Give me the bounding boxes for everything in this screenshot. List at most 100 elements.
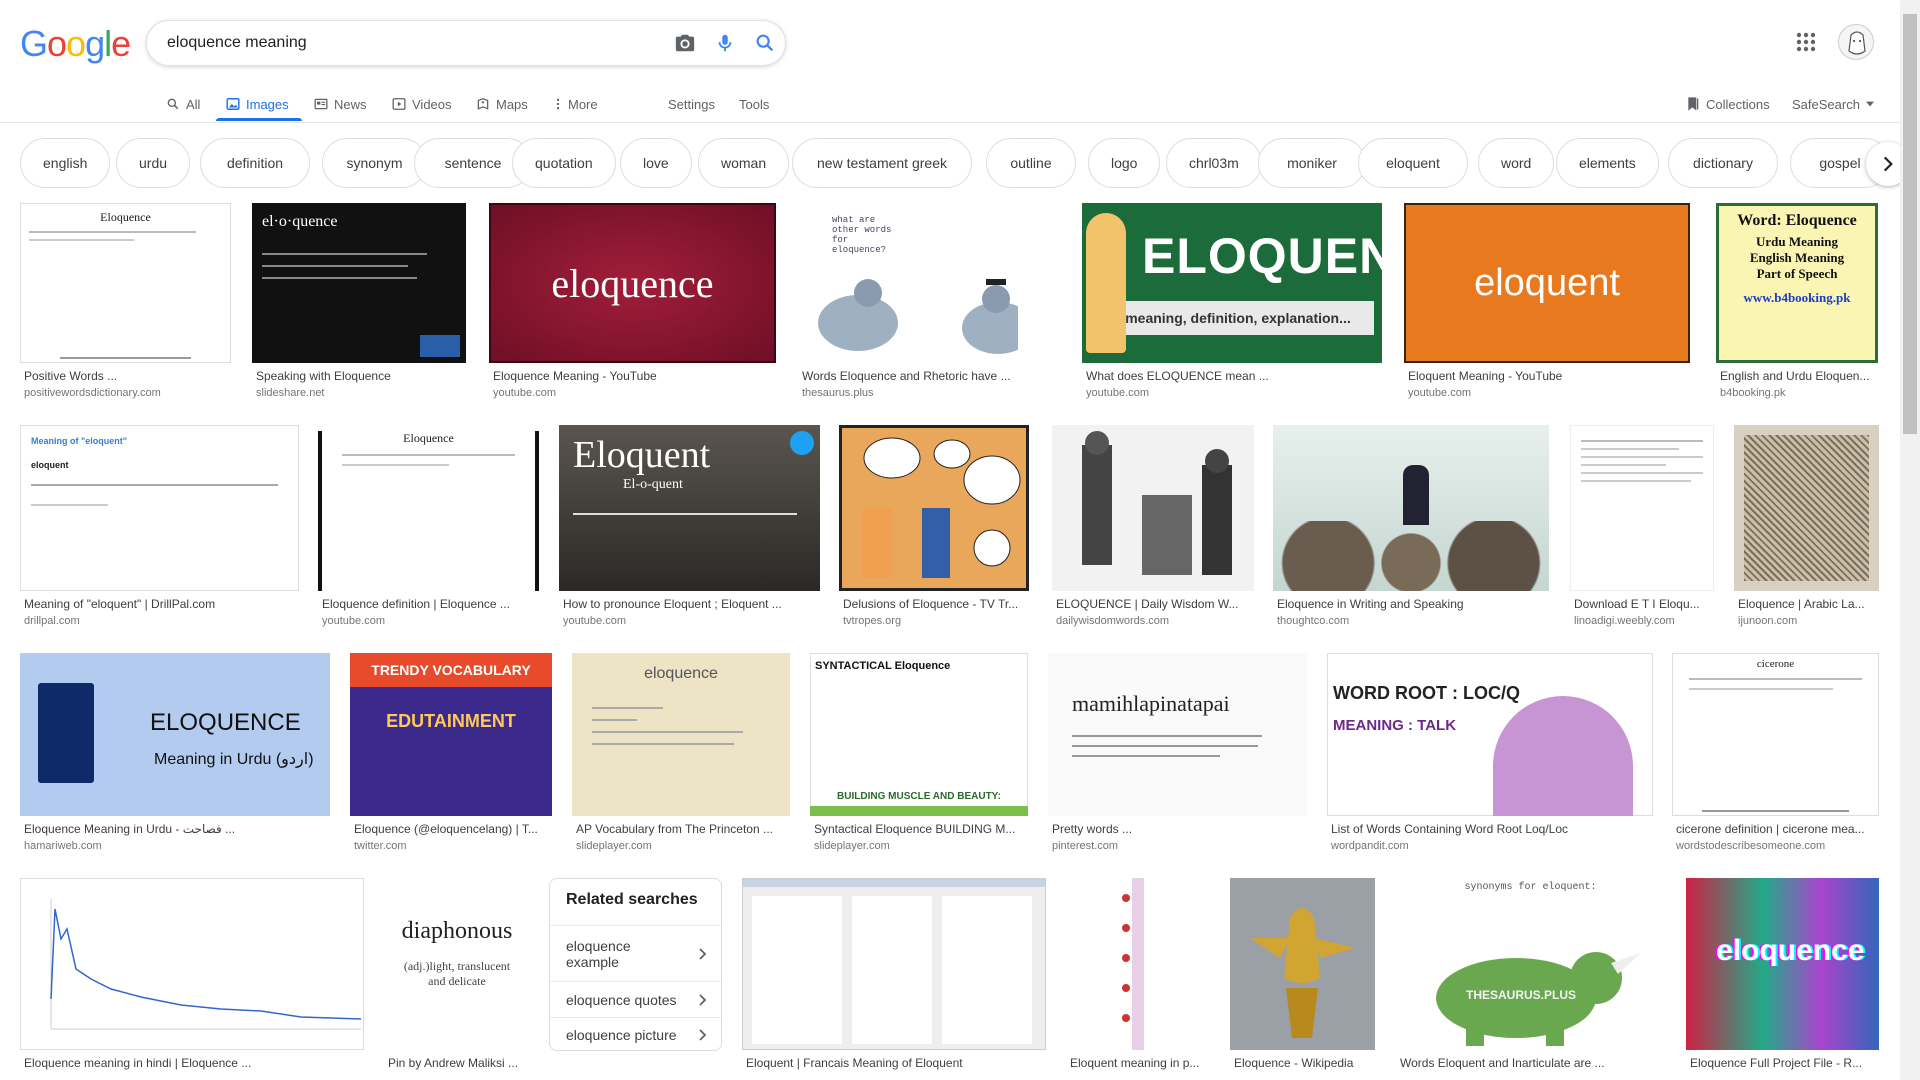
image-result[interactable]: cicerone cicerone definition | cicerone … [1672, 653, 1879, 858]
result-caption[interactable]: Eloquence Meaning in Urdu - فصاحت ... [24, 822, 328, 836]
image-result[interactable]: Eloquent El-o-quent How to pronounce Elo… [559, 425, 820, 633]
tab-more[interactable]: More [554, 86, 598, 122]
tools-link[interactable]: Tools [739, 86, 769, 122]
image-result[interactable]: Eloquent meaning in p... [1066, 878, 1210, 1080]
result-thumbnail[interactable]: WORD ROOT : LOC/Q MEANING : TALK [1327, 653, 1653, 816]
tab-all[interactable]: All [166, 86, 200, 122]
chip[interactable]: elements [1556, 138, 1659, 188]
image-result[interactable]: WORD ROOT : LOC/Q MEANING : TALK List of… [1327, 653, 1653, 858]
image-result[interactable]: Meaning of "eloquent" eloquent Meaning of… [20, 425, 299, 633]
image-result[interactable]: Eloquence Eloquence definition | Eloquen… [318, 425, 539, 633]
result-caption[interactable]: Pretty words ... [1052, 822, 1305, 836]
result-thumbnail[interactable] [1052, 425, 1254, 591]
result-caption[interactable]: Meaning of "eloquent" | DrillPal.com [24, 597, 297, 611]
image-result[interactable]: ELOQUENCE | Daily Wisdom W... dailywisdom… [1052, 425, 1254, 633]
safesearch-toggle[interactable]: SafeSearch [1792, 86, 1874, 122]
image-result[interactable]: Download E T I Eloqu... linoadigi.weebly.… [1570, 425, 1714, 633]
page-scrollbar[interactable] [1900, 0, 1920, 1080]
image-result[interactable]: synonyms for eloquent: THESAURUS.PLUS Wor… [1396, 878, 1665, 1080]
result-thumbnail[interactable] [742, 878, 1046, 1050]
result-thumbnail[interactable]: eloquence [1686, 878, 1879, 1050]
result-caption[interactable]: Eloquent | Francais Meaning of Eloquent [746, 1056, 1044, 1070]
result-thumbnail[interactable]: what are other words for eloquence? [798, 203, 1060, 363]
result-caption[interactable]: Eloquence - Wikipedia [1234, 1056, 1373, 1070]
chip[interactable]: eloquent [1358, 138, 1468, 188]
chip[interactable]: quotation [512, 138, 616, 188]
result-thumbnail[interactable]: eloquent [1404, 203, 1690, 363]
avatar[interactable] [1838, 24, 1874, 60]
related-search-item[interactable]: eloquence picture [550, 1017, 721, 1051]
image-result[interactable]: Eloquence | Arabic La... ijunoon.com [1734, 425, 1879, 633]
result-thumbnail[interactable]: Eloquence [20, 203, 231, 363]
chip[interactable]: new testament greek [792, 138, 972, 188]
image-result[interactable]: eloquence AP Vocabulary from The Princet… [572, 653, 790, 858]
image-result[interactable]: eloquence Eloquence Full Project File - R… [1686, 878, 1879, 1080]
result-caption[interactable]: Words Eloquence and Rhetoric have ... [802, 369, 1058, 383]
result-thumbnail[interactable]: eloquence [572, 653, 790, 816]
image-result[interactable]: el·o·quence Speaking with Eloquence slide… [252, 203, 466, 405]
result-thumbnail[interactable] [1734, 425, 1879, 591]
image-result[interactable]: ELOQUENCE Meaning in Urdu (اردو) Eloquenc… [20, 653, 330, 858]
result-caption[interactable]: Eloquence (@eloquencelang) | T... [354, 822, 550, 836]
result-thumbnail[interactable] [20, 878, 364, 1050]
settings-link[interactable]: Settings [668, 86, 715, 122]
result-caption[interactable]: cicerone definition | cicerone mea... [1676, 822, 1877, 836]
result-thumbnail[interactable]: TRENDY VOCABULARY EDUTAINMENT [350, 653, 552, 816]
chip[interactable]: woman [698, 138, 790, 188]
chip[interactable]: word [1478, 138, 1555, 188]
result-thumbnail[interactable]: ELOQUENCE Meaning in Urdu (اردو) [20, 653, 330, 816]
result-caption[interactable]: Eloquence | Arabic La... [1738, 597, 1877, 611]
image-result[interactable]: eloquent Eloquent Meaning - YouTube youtub… [1404, 203, 1690, 405]
tab-maps[interactable]: Maps [476, 86, 528, 122]
result-thumbnail[interactable]: synonyms for eloquent: THESAURUS.PLUS [1396, 878, 1665, 1050]
chip[interactable]: chrl03m [1166, 138, 1262, 188]
image-result[interactable]: mamihlapinatapai Pretty words ... pintere… [1048, 653, 1307, 858]
search-input[interactable] [167, 34, 665, 52]
result-caption[interactable]: Eloquence Meaning - YouTube [493, 369, 774, 383]
result-thumbnail[interactable]: cicerone [1672, 653, 1879, 816]
result-thumbnail[interactable]: mamihlapinatapai [1048, 653, 1307, 816]
image-result[interactable]: Word: Eloquence Urdu Meaning English Mean… [1716, 203, 1878, 405]
result-caption[interactable]: Speaking with Eloquence [256, 369, 464, 383]
image-result[interactable]: diaphonous (adj.)light, translucent and … [384, 878, 530, 1080]
image-result[interactable]: eloquence Eloquence Meaning - YouTube yout… [489, 203, 776, 405]
result-thumbnail[interactable]: diaphonous (adj.)light, translucent and … [384, 878, 530, 1050]
result-thumbnail[interactable]: el·o·quence [252, 203, 466, 363]
result-thumbnail[interactable] [1066, 878, 1210, 1050]
image-result[interactable]: Eloquence - Wikipedia [1230, 878, 1375, 1080]
collections-link[interactable]: Collections [1686, 86, 1770, 122]
image-result[interactable]: what are other words for eloquence? Word… [798, 203, 1060, 405]
result-caption[interactable]: Eloquent Meaning - YouTube [1408, 369, 1688, 383]
image-result[interactable]: Eloquence Positive Words ... positiveword… [20, 203, 231, 405]
image-result[interactable]: Delusions of Eloquence - TV Tr... tvtrope… [839, 425, 1029, 633]
result-caption[interactable]: What does ELOQUENCE mean ... [1086, 369, 1380, 383]
chip[interactable]: love [620, 138, 692, 188]
result-caption[interactable]: Eloquence meaning in hindi | Eloquence .… [24, 1056, 362, 1070]
result-thumbnail[interactable]: Eloquence [318, 425, 539, 591]
chip[interactable]: english [20, 138, 111, 188]
result-thumbnail[interactable]: Word: Eloquence Urdu Meaning English Mean… [1716, 203, 1878, 363]
apps-grid-icon[interactable] [1794, 30, 1818, 54]
result-caption[interactable]: Positive Words ... [24, 369, 229, 383]
result-caption[interactable]: Syntactical Eloquence BUILDING M... [814, 822, 1026, 836]
result-thumbnail[interactable]: SYNTACTICAL Eloquence BUILDING MUSCLE AN… [810, 653, 1028, 816]
chip[interactable]: moniker [1258, 138, 1366, 188]
result-thumbnail[interactable] [1230, 878, 1375, 1050]
image-result[interactable]: Eloquence in Writing and Speaking thought… [1273, 425, 1549, 633]
chip[interactable]: outline [986, 138, 1076, 188]
result-thumbnail[interactable]: ELOQUENCE meaning, definition, explanati… [1082, 203, 1382, 363]
google-logo[interactable]: Google [20, 26, 131, 62]
chip[interactable]: synonym [322, 138, 427, 188]
chip[interactable]: definition [200, 138, 310, 188]
result-thumbnail[interactable] [1570, 425, 1714, 591]
scrollbar-thumb[interactable] [1903, 14, 1917, 434]
image-result[interactable]: ELOQUENCE meaning, definition, explanati… [1082, 203, 1382, 405]
result-caption[interactable]: Eloquent meaning in p... [1070, 1056, 1208, 1070]
tab-news[interactable]: News [314, 86, 367, 122]
result-caption[interactable]: Eloquence Full Project File - R... [1690, 1056, 1877, 1070]
image-result[interactable]: TRENDY VOCABULARY EDUTAINMENT Eloquence (… [350, 653, 552, 858]
microphone-icon[interactable] [705, 23, 745, 63]
related-search-item[interactable]: eloquence example [550, 925, 721, 981]
result-caption[interactable]: Download E T I Eloqu... [1574, 597, 1712, 611]
result-thumbnail[interactable] [839, 425, 1029, 591]
